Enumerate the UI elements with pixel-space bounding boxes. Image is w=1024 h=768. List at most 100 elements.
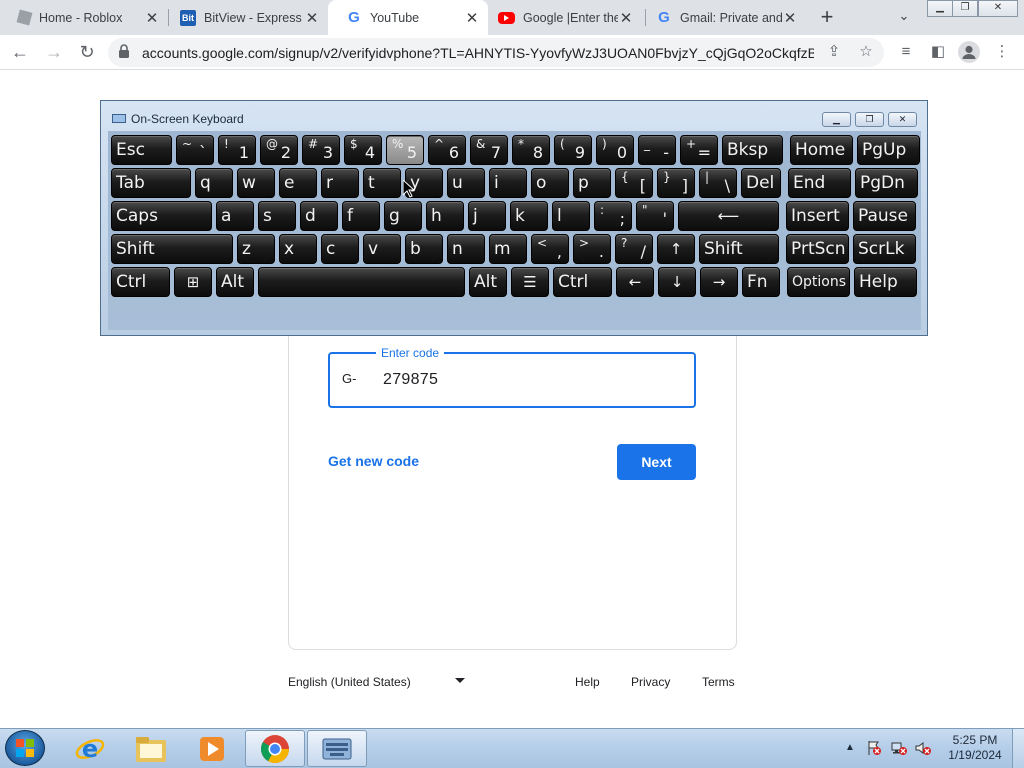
key-lbracket[interactable]: {[ — [615, 168, 653, 198]
key-down[interactable]: ↓ — [658, 267, 696, 297]
key-r[interactable]: r — [321, 168, 359, 198]
key-end[interactable]: End — [788, 168, 851, 198]
key-h[interactable]: h — [426, 201, 464, 231]
kebab-menu-icon[interactable]: ⋮ — [991, 41, 1013, 63]
key-prtscn[interactable]: PrtScn — [786, 234, 849, 264]
show-desktop-button[interactable] — [1012, 729, 1024, 768]
key-v[interactable]: v — [363, 234, 401, 264]
key-5[interactable]: % 5 — [386, 135, 424, 165]
key-pgup[interactable]: PgUp — [857, 135, 920, 165]
lock-icon[interactable] — [118, 44, 130, 59]
key-f[interactable]: f — [342, 201, 380, 231]
key-menu[interactable]: ☰ — [511, 267, 549, 297]
osk-close-button[interactable]: ✕ — [888, 112, 917, 127]
key-insert[interactable]: Insert — [786, 201, 849, 231]
start-button[interactable] — [5, 730, 45, 766]
key-x[interactable]: x — [279, 234, 317, 264]
key-comma[interactable]: <, — [531, 234, 569, 264]
key-caps[interactable]: Caps — [111, 201, 212, 231]
key-equals[interactable]: + = — [680, 135, 718, 165]
key-enter[interactable]: ⟵ — [678, 201, 779, 231]
key-l[interactable]: l — [552, 201, 590, 231]
key-pgdn[interactable]: PgDn — [855, 168, 918, 198]
internet-explorer-icon[interactable]: e — [60, 730, 120, 767]
tab-gmail[interactable]: G Gmail: Private and ✕ — [638, 0, 806, 35]
tab-bitview[interactable]: Bit BitView - Express ✕ — [162, 0, 328, 35]
key-k[interactable]: k — [510, 201, 548, 231]
key-del[interactable]: Del — [741, 168, 781, 198]
close-icon[interactable]: ✕ — [144, 9, 160, 27]
key-up[interactable]: ↑ — [657, 234, 695, 264]
back-button[interactable]: ← — [8, 40, 32, 64]
key-semicolon[interactable]: :; — [594, 201, 632, 231]
share-icon[interactable]: ⇪ — [823, 41, 845, 63]
chrome-icon[interactable] — [245, 730, 305, 767]
caret-down-icon[interactable] — [455, 678, 465, 683]
get-new-code-link[interactable]: Get new code — [328, 453, 419, 469]
key-t[interactable]: t — [363, 168, 401, 198]
language-selector[interactable]: English (United States) — [288, 675, 411, 689]
reload-button[interactable]: ↻ — [75, 40, 99, 64]
close-icon[interactable]: ✕ — [618, 9, 634, 27]
tab-google-enter-code[interactable]: Google |Enter the ✕ — [480, 0, 642, 35]
system-clock[interactable]: 5:25 PM 1/19/2024 — [940, 733, 1010, 763]
key-7[interactable]: & 7 — [470, 135, 508, 165]
key-rbracket[interactable]: }] — [657, 168, 695, 198]
key-fn[interactable]: Fn — [742, 267, 780, 297]
key-q[interactable]: q — [195, 168, 233, 198]
action-center-flag-icon[interactable] — [866, 740, 882, 756]
close-icon[interactable]: ✕ — [304, 9, 320, 27]
key-n[interactable]: n — [447, 234, 485, 264]
key-slash[interactable]: ? / — [615, 234, 653, 264]
profile-avatar[interactable] — [958, 41, 980, 63]
network-icon[interactable] — [891, 740, 907, 756]
key-ralt[interactable]: Alt — [469, 267, 507, 297]
key-rctrl[interactable]: Ctrl — [553, 267, 612, 297]
key-space[interactable] — [258, 267, 465, 297]
key-right[interactable]: → — [700, 267, 738, 297]
restore-button[interactable]: ❐ — [952, 0, 978, 17]
chevron-down-icon[interactable]: ⌄ — [893, 8, 915, 28]
osk-restore-button[interactable]: ❐ — [855, 112, 884, 127]
key-z[interactable]: z — [237, 234, 275, 264]
key-0[interactable]: ) 0 — [596, 135, 634, 165]
key-lshift[interactable]: Shift — [111, 234, 233, 264]
volume-muted-icon[interactable] — [915, 740, 931, 756]
key-e[interactable]: e — [279, 168, 317, 198]
key-b[interactable]: b — [405, 234, 443, 264]
file-explorer-icon[interactable] — [121, 730, 181, 767]
forward-button[interactable]: → — [42, 40, 66, 64]
key-rshift[interactable]: Shift — [699, 234, 779, 264]
close-icon[interactable]: ✕ — [782, 9, 798, 27]
key-i[interactable]: i — [489, 168, 527, 198]
key-4[interactable]: $4 — [344, 135, 382, 165]
key-g[interactable]: g — [384, 201, 422, 231]
url-text[interactable]: accounts.google.com/signup/v2/verifyidvp… — [142, 45, 814, 61]
key-8[interactable]: * 8 — [512, 135, 550, 165]
key-3[interactable]: #3 — [302, 135, 340, 165]
key-2[interactable]: @2 — [260, 135, 298, 165]
close-window-button[interactable]: ✕ — [978, 0, 1018, 17]
key-left[interactable]: ← — [616, 267, 654, 297]
key-esc[interactable]: Esc — [111, 135, 172, 165]
bookmark-star-icon[interactable]: ☆ — [855, 41, 877, 63]
code-input-value[interactable]: 279875 — [383, 371, 438, 389]
key-minus[interactable]: _ - — [638, 135, 676, 165]
key-lctrl[interactable]: Ctrl — [111, 267, 170, 297]
key-6[interactable]: ^ 6 — [428, 135, 466, 165]
key-scrlk[interactable]: ScrLk — [853, 234, 916, 264]
key-backtick[interactable]: ~ ` — [176, 135, 214, 165]
key-period[interactable]: >. — [573, 234, 611, 264]
key-options[interactable]: Options — [787, 267, 850, 297]
key-d[interactable]: d — [300, 201, 338, 231]
new-tab-button[interactable]: + — [815, 4, 839, 30]
key-quote[interactable]: " ' — [636, 201, 674, 231]
on-screen-keyboard-icon[interactable] — [307, 730, 367, 767]
key-backslash[interactable]: | \ — [699, 168, 737, 198]
key-m[interactable]: m — [489, 234, 527, 264]
key-s[interactable]: s — [258, 201, 296, 231]
tab-youtube[interactable]: G YouTube ✕ — [328, 0, 488, 35]
key-u[interactable]: u — [447, 168, 485, 198]
show-hidden-icons-icon[interactable]: ▲ — [845, 742, 855, 753]
key-w[interactable]: w — [237, 168, 275, 198]
